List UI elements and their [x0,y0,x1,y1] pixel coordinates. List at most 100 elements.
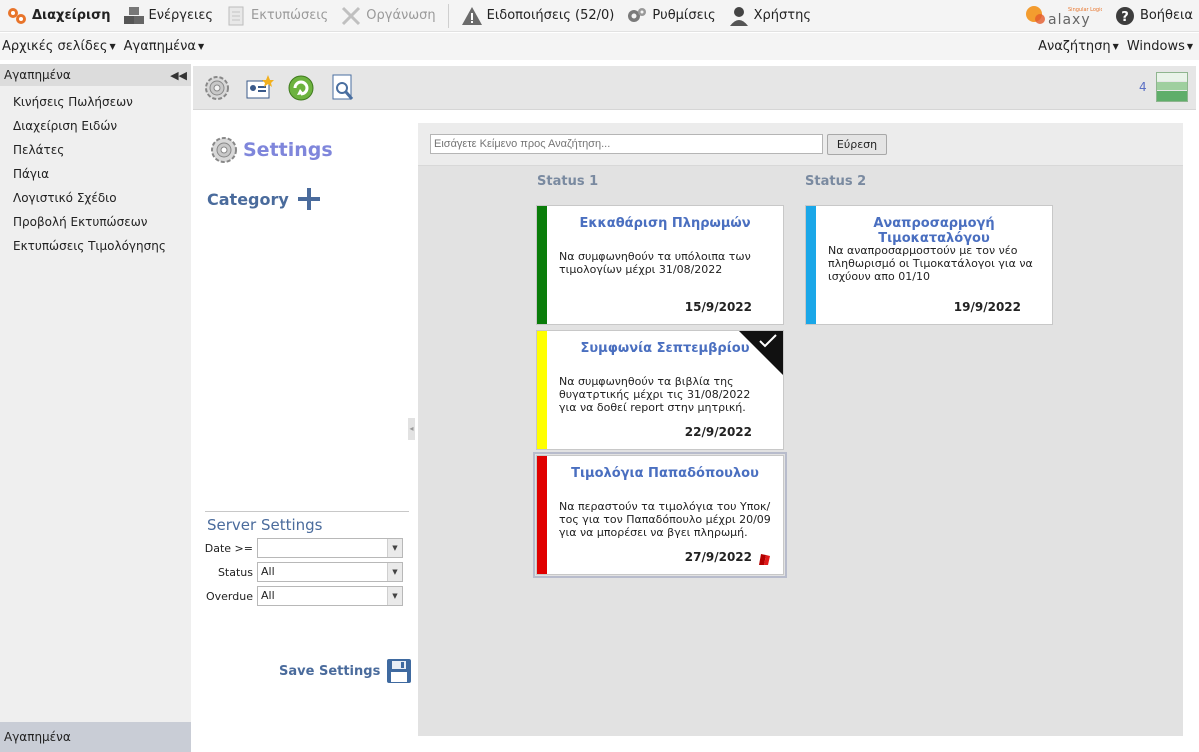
card-status-bar [537,456,547,574]
menu-label: Διαχείριση [32,8,111,23]
menu-ektyposeis[interactable]: Εκτυπώσεις [219,0,334,32]
menu-settings[interactable]: Ρυθμίσεις [620,0,721,32]
status-filter-row: Status All ▼ [193,562,415,582]
sidebar-item[interactable]: Κινήσεις Πωλήσεων [0,90,191,114]
search-button[interactable]: Εύρεση [827,134,887,155]
galaxy-logo: alaxy Singular Logic [1018,0,1108,32]
date-filter-label: Date >= [204,541,253,555]
task-card[interactable]: Συμφωνία Σεπτεμβρίου Να συμφωνηθούν τα β… [536,330,784,450]
save-settings-label: Save Settings [279,663,381,679]
chevron-down-icon: ▼ [198,42,205,51]
date-filter-field[interactable]: ▼ [257,538,403,558]
menu-notifications[interactable]: Ειδοποιήσεις (52/0) [455,0,621,32]
menu-favorites-label: Αγαπημένα [123,39,196,54]
galaxy-logo-mark: alaxySingular Logic [1025,5,1102,28]
kanban-board: Εύρεση Status 1 Status 2 Εκκαθάριση Πληρ… [418,123,1183,736]
main-toolbar: 4 [193,66,1196,110]
record-count: 4 [1139,80,1147,94]
overdue-filter-label: Overdue [206,589,253,603]
card-description: Να συμφωνηθούν τα υπόλοιπα των τιμολογίω… [559,250,751,276]
menu-label: Ενέργειες [148,8,214,23]
add-category-icon[interactable] [297,187,321,211]
floppy-disk-icon [387,659,412,683]
search-input[interactable] [430,134,823,154]
card-due-date: 27/9/2022 [684,550,752,564]
task-card[interactable]: Εκκαθάριση Πληρωμών Να συμφωνηθούν τα υπ… [536,205,784,325]
task-card[interactable]: Τιμολόγια Παπαδόπουλου Να περαστούν τα τ… [533,452,787,578]
toolbar-new-card-button[interactable] [243,72,275,104]
menu-windows[interactable]: Windows ▼ [1125,39,1199,54]
sidebar-item[interactable]: Πελάτες [0,138,191,162]
menu-diaxeirisi[interactable]: Διαχείριση [0,0,117,32]
menu-energeies[interactable]: Ενέργειες [117,0,220,32]
menu-label: Εκτυπώσεις [251,8,329,23]
sidebar-item[interactable]: Πάγια [0,162,191,186]
settings-icon [205,76,229,100]
sidebar-header: Αγαπημένα ◀◀ [0,64,191,86]
sidebar-item[interactable]: Προβολή Εκτυπώσεων [0,210,191,234]
toolbar-preview-button[interactable] [327,72,359,104]
panel-splitter[interactable]: ◂ [408,418,415,440]
sidebar-item[interactable]: Εκτυπώσεις Τιμολόγησης [0,234,191,258]
server-settings-title: Server Settings [207,516,323,534]
toolbar-refresh-button[interactable] [285,72,317,104]
overdue-filter-row: Overdue All ▼ [193,586,415,606]
toolbar-settings-button[interactable] [201,72,233,104]
card-due-date: 19/9/2022 [953,300,1021,314]
settings-title: Settings [243,139,333,161]
help-icon: ? [1114,5,1136,27]
collapse-left-icon[interactable]: ◀◀ [170,69,187,82]
top-menu-bar: Διαχείριση Ενέργειες Εκτυπώσεις Οργάνωση… [0,0,1199,32]
chevron-down-icon: ▼ [1186,42,1193,51]
task-card[interactable]: Αναπροσαρμογή Τιμοκαταλόγου Να αναπροσαρ… [805,205,1053,325]
board-search-bar: Εύρεση [418,123,1183,166]
settings-icon [626,5,648,27]
gears-icon [6,5,28,27]
warning-icon [461,5,483,27]
category-row: Category [207,187,321,211]
card-title: Τιμολόγια Παπαδόπουλου [571,466,759,481]
menu-search-label: Αναζήτηση [1038,39,1111,54]
category-label: Category [207,189,289,209]
chevron-down-icon[interactable]: ▼ [387,563,402,581]
menu-user[interactable]: Χρήστης [722,0,817,32]
divider [205,511,409,512]
help-label: Βοήθεια [1139,8,1193,23]
card-due-date: 22/9/2022 [684,425,752,439]
save-settings-button[interactable]: Save Settings [279,658,412,684]
status-filter-value: All [261,565,275,578]
menu-label: Ρυθμίσεις [652,8,716,23]
favorites-sidebar: Αγαπημένα ◀◀ Κινήσεις Πωλήσεων Διαχείρισ… [0,64,191,752]
user-icon [728,5,750,27]
card-status-bar [806,206,816,324]
overdue-filter-select[interactable]: All ▼ [257,586,403,606]
status-filter-select[interactable]: All ▼ [257,562,403,582]
menu-home-pages-label: Αρχικές σελίδες [2,39,108,54]
settings-heading: Settings [209,135,333,165]
chevron-down-icon: ▼ [1112,42,1119,51]
card-description: Να περαστούν τα τιμολόγια του Υποκ/τος γ… [559,500,771,539]
menu-home-pages[interactable]: Αρχικές σελίδες ▼ [0,39,122,54]
settings-panel: Settings Category Server Settings Date >… [193,111,415,750]
chevron-down-icon[interactable]: ▼ [387,539,402,557]
sidebar-item[interactable]: Λογιστικό Σχέδιο [0,186,191,210]
card-status-bar [537,331,547,449]
sidebar-item[interactable]: Διαχείριση Ειδών [0,114,191,138]
menu-favorites[interactable]: Αγαπημένα ▼ [122,39,211,54]
view-toggle-button[interactable] [1156,72,1188,102]
tools-icon [340,5,362,27]
menu-search[interactable]: Αναζήτηση ▼ [1036,39,1125,54]
chevron-down-icon[interactable]: ▼ [387,587,402,605]
sidebar-footer-tab[interactable]: Αγαπημένα [0,722,191,752]
help-button[interactable]: ? Βοήθεια [1108,0,1199,32]
column-title-status-1: Status 1 [537,174,599,189]
card-title: Εκκαθάριση Πληρωμών [579,216,751,231]
menu-organosi[interactable]: Οργάνωση [334,0,441,32]
document-icon [225,5,247,27]
menu-label: Οργάνωση [366,8,436,23]
priority-flag-icon [759,554,770,565]
settings-icon [211,137,237,163]
svg-text:alaxy: alaxy [1048,12,1091,28]
list-view-icon [1157,73,1187,101]
card-description: Να συμφωνηθούν τα βιβλία της θυγατρτικής… [559,375,751,414]
